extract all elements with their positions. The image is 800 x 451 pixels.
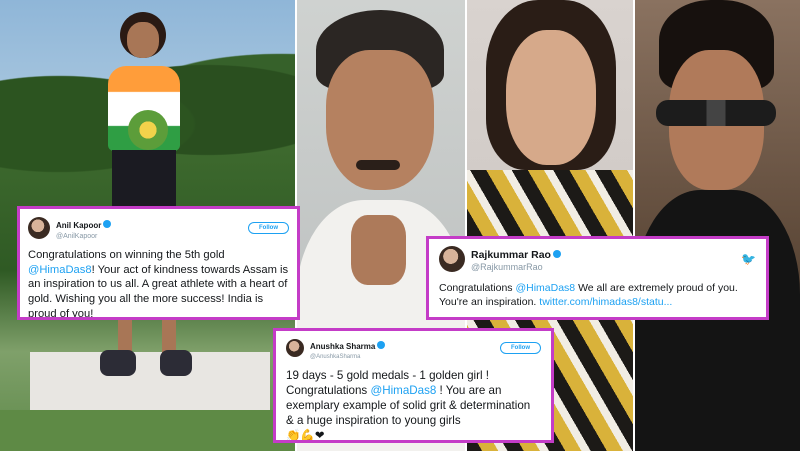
- tweet-line-1: 19 days - 5 gold medals - 1 golden girl …: [286, 369, 490, 383]
- tweet-card-anushka-sharma: Anushka Sharma @AnushkaSharma Follow 19 …: [273, 328, 554, 443]
- follow-button[interactable]: Follow: [248, 221, 289, 234]
- verified-badge-icon: [552, 249, 561, 258]
- avatar[interactable]: [439, 245, 465, 272]
- emoji-row: 👏💪❤: [286, 429, 325, 443]
- mention-link[interactable]: @HimaDas8: [515, 282, 575, 294]
- tweet-author-handle[interactable]: @AnilKapoor: [56, 233, 111, 241]
- tweet-author-handle[interactable]: @AnushkaSharma: [310, 354, 385, 361]
- mention-link[interactable]: @HimaDas8: [28, 264, 92, 276]
- bird-icon[interactable]: 🐦: [741, 252, 756, 266]
- tweet-card-rajkummar-rao: Rajkummar Rao @RajkummarRao 🐦 Congratula…: [426, 236, 769, 320]
- avatar[interactable]: [286, 339, 304, 358]
- verified-badge-icon: [377, 340, 386, 349]
- tweet-author-name[interactable]: Anushka Sharma: [310, 342, 375, 351]
- tweet-author-name[interactable]: Anil Kapoor: [56, 221, 101, 230]
- tweet-author-name[interactable]: Rajkummar Rao: [471, 249, 551, 261]
- rajkummar-rao-photo: [634, 0, 800, 451]
- tweet-card-anil-kapoor: Anil Kapoor @AnilKapoor Follow Congratul…: [17, 206, 300, 320]
- follow-button[interactable]: Follow: [500, 342, 541, 355]
- tweet-text: Congratulations @HimaDas8 We all are ext…: [439, 282, 738, 309]
- avatar[interactable]: [28, 216, 50, 239]
- status-link[interactable]: twitter.com/himadas8/statu...: [539, 296, 672, 308]
- tweet-text: Congratulations on winning the 5th gold …: [28, 249, 289, 320]
- tweet-author-handle[interactable]: @RajkummarRao: [471, 262, 561, 273]
- verified-badge-icon: [103, 219, 112, 228]
- mention-link[interactable]: @HimaDas8: [370, 384, 436, 397]
- tweet-text: 19 days - 5 gold medals - 1 golden girl …: [286, 368, 541, 443]
